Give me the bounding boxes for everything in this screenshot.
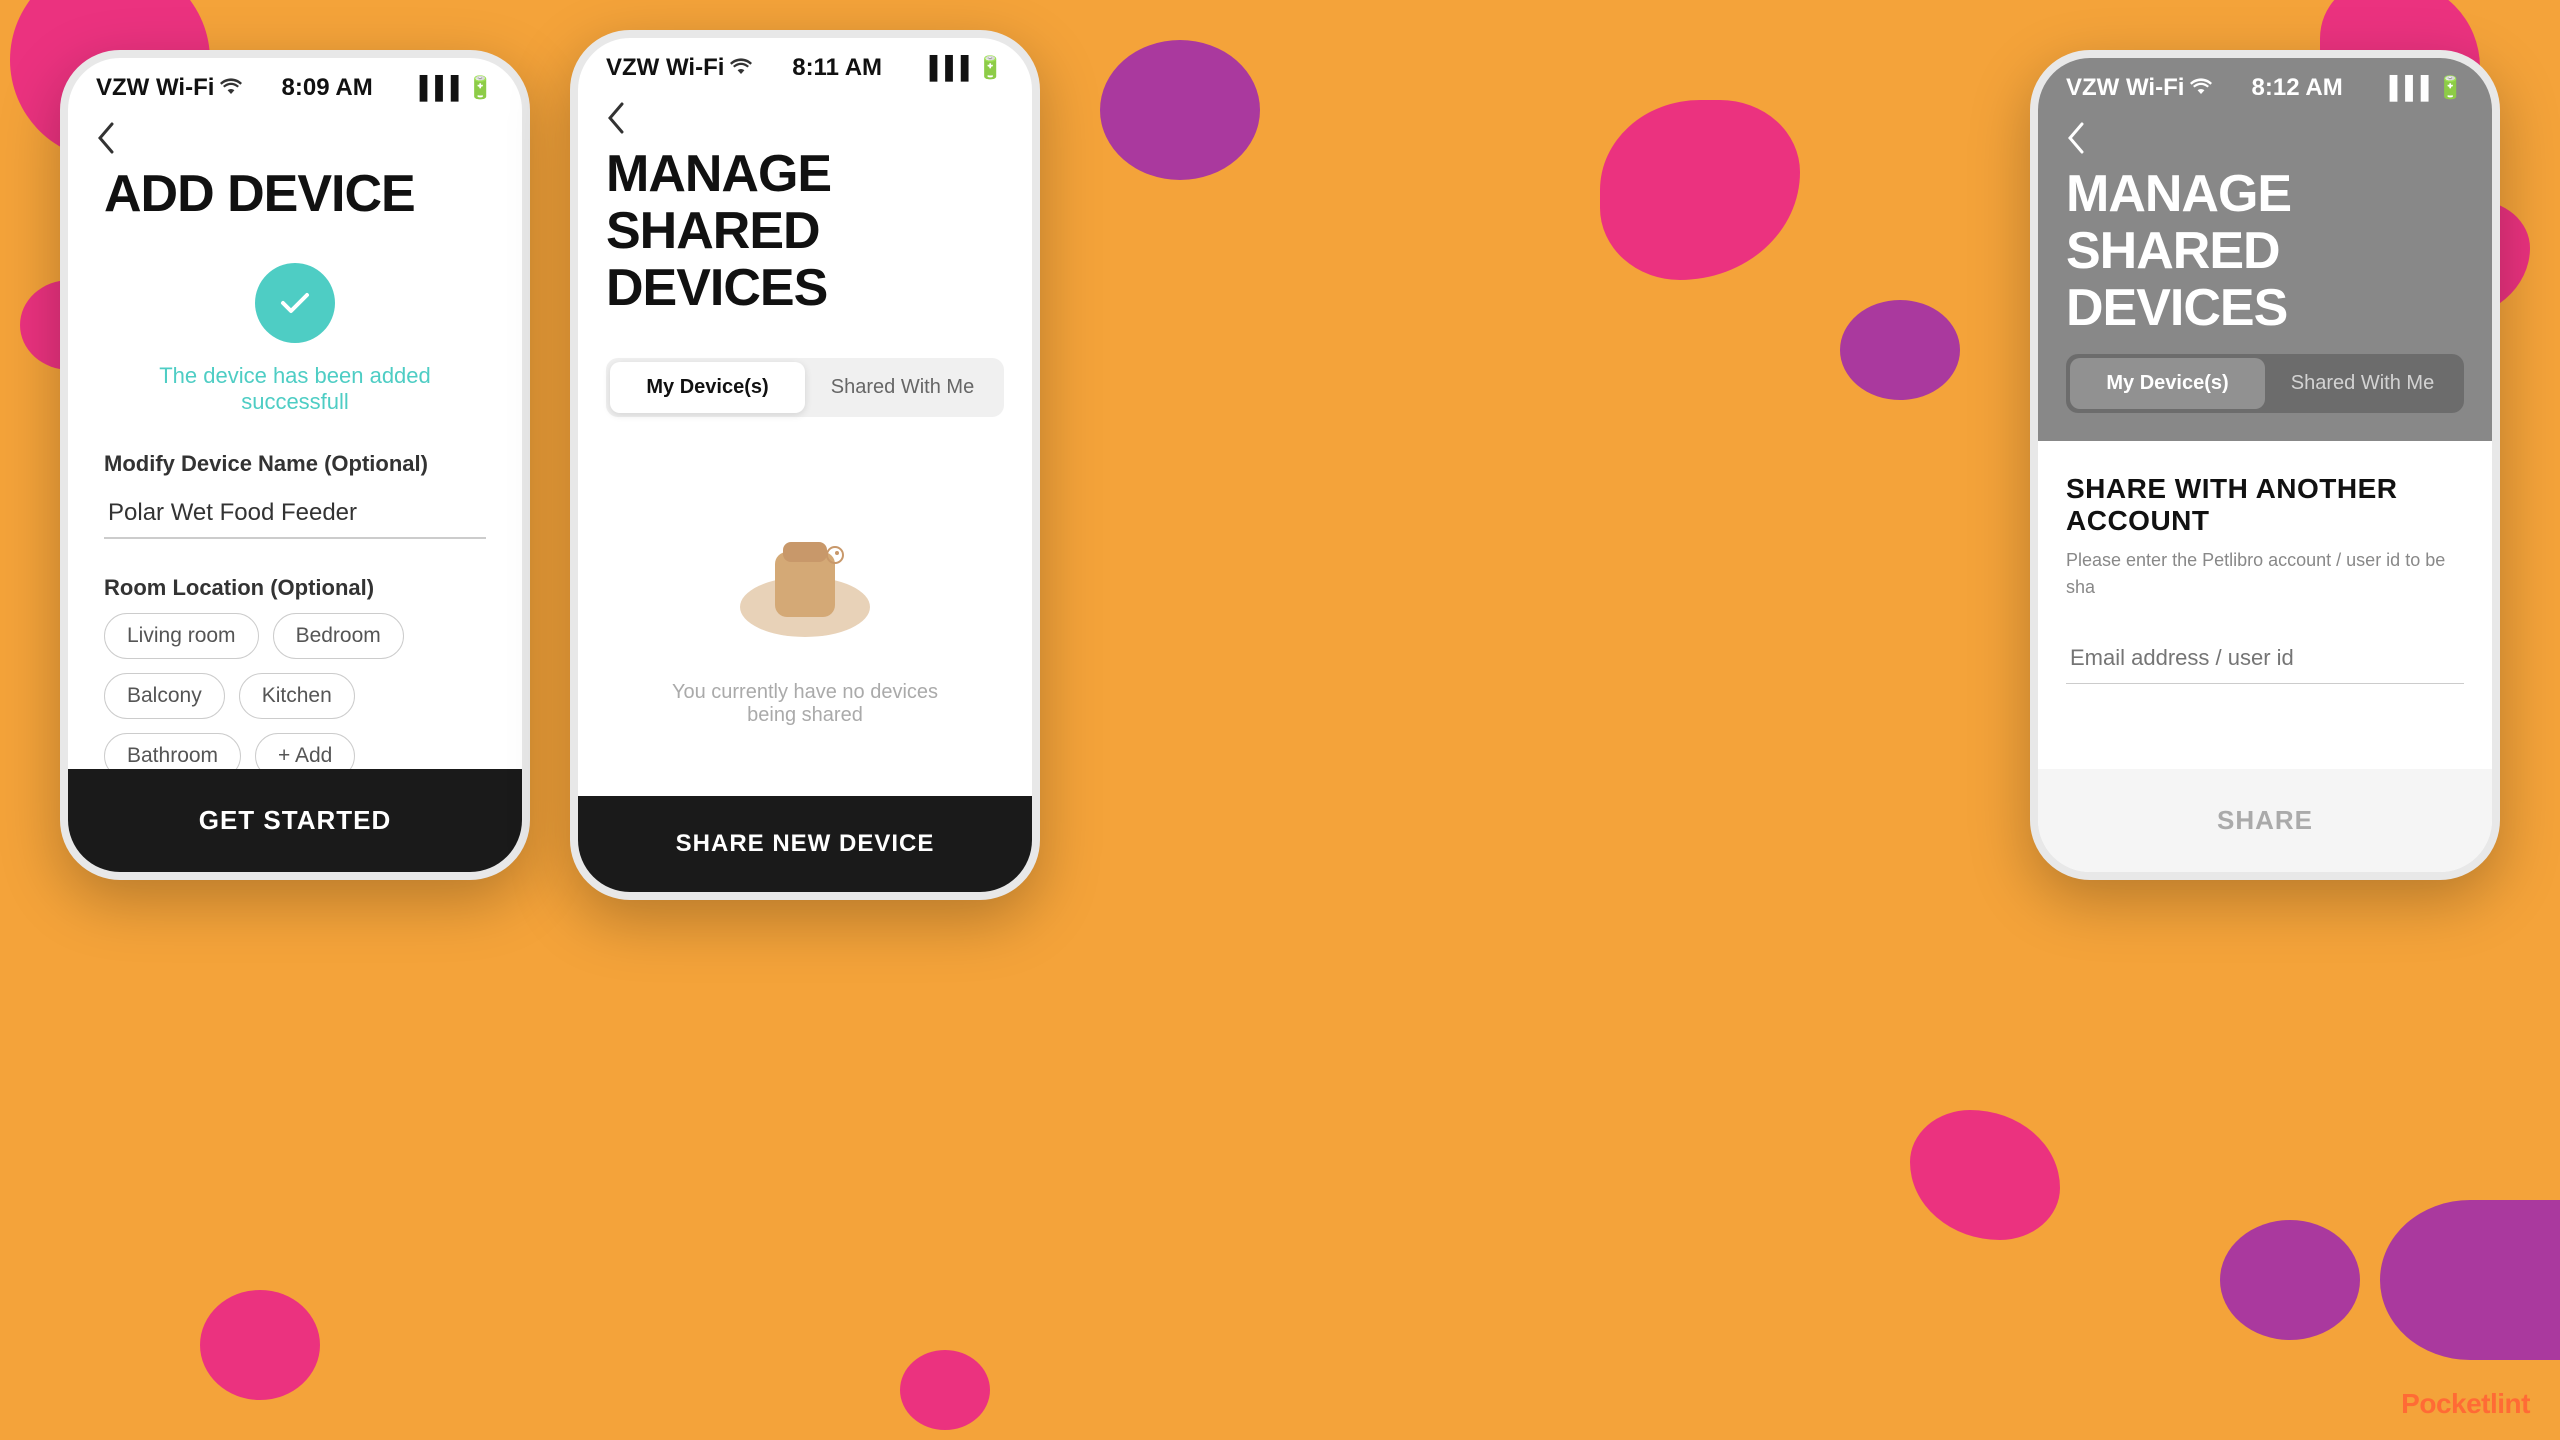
back-button-phone2[interactable]: [578, 90, 1032, 146]
decorative-blob: [2220, 1220, 2360, 1340]
success-message: The device has been added successfull: [104, 363, 486, 415]
tabs-container-3: My Device(s) Shared With Me: [2066, 354, 2464, 413]
page-title-manage-shared-3: MANAGE SHARED DEVICES: [2038, 166, 2492, 338]
tab-my-devices[interactable]: My Device(s): [610, 362, 805, 413]
status-bar-phone2: VZW Wi-Fi 8:11 AM ▐▐▐ 🔋: [578, 38, 1032, 90]
time-phone3: 8:12 AM: [2252, 74, 2343, 102]
get-started-button[interactable]: GET STARTED: [68, 769, 522, 872]
wifi-icon-3: [2190, 77, 2212, 100]
room-tag-bedroom[interactable]: Bedroom: [273, 613, 404, 659]
phone2-main-content: MANAGE SHARED DEVICES My Device(s) Share…: [578, 146, 1032, 787]
carrier-text-2: VZW Wi-Fi: [606, 54, 724, 82]
back-button-phone1[interactable]: [68, 110, 522, 166]
email-user-id-input[interactable]: [2066, 633, 2464, 684]
page-title-manage-shared: MANAGE SHARED DEVICES: [606, 146, 1004, 318]
battery-icon-3: 🔋: [2437, 75, 2464, 101]
tabs-container: My Device(s) Shared With Me: [606, 358, 1004, 417]
decorative-blob: [1600, 100, 1800, 280]
battery-icon: 🔋: [467, 75, 494, 101]
time-phone2: 8:11 AM: [792, 54, 882, 82]
status-icons-phone3: ▐▐▐ 🔋: [2382, 75, 2464, 101]
carrier-text-3: VZW Wi-Fi: [2066, 74, 2184, 102]
tab-my-devices-3[interactable]: My Device(s): [2070, 358, 2265, 409]
carrier-text: VZW Wi-Fi: [96, 74, 214, 102]
wifi-icon: [220, 77, 242, 100]
share-account-title: SHARE WITH ANOTHER ACCOUNT: [2066, 473, 2464, 537]
carrier-label-3: VZW Wi-Fi: [2066, 74, 2212, 102]
status-icons-phone1: ▐▐▐ 🔋: [412, 75, 494, 101]
phone-add-device: VZW Wi-Fi 8:09 AM ▐▐▐ 🔋 ADD DEVICE The d…: [60, 50, 530, 880]
time-phone1: 8:09 AM: [282, 74, 373, 102]
decorative-blob: [900, 1350, 990, 1430]
share-subtitle: Please enter the Petlibro account / user…: [2066, 547, 2464, 601]
device-name-input[interactable]: [104, 489, 486, 539]
phone-manage-shared: VZW Wi-Fi 8:11 AM ▐▐▐ 🔋 MANAGE SHARED DE…: [570, 30, 1040, 900]
status-bar-phone1: VZW Wi-Fi 8:09 AM ▐▐▐ 🔋: [68, 58, 522, 110]
wifi-icon-2: [730, 57, 752, 80]
phone-share-account: VZW Wi-Fi 8:12 AM ▐▐▐ 🔋 MANAGE SHARED DE…: [2030, 50, 2500, 880]
carrier-label: VZW Wi-Fi: [96, 74, 242, 102]
carrier-label-2: VZW Wi-Fi: [606, 54, 752, 82]
phone3-header: VZW Wi-Fi 8:12 AM ▐▐▐ 🔋 MANAGE SHARED DE…: [2038, 58, 2492, 441]
back-button-phone3[interactable]: [2038, 110, 2492, 166]
watermark-pocket: Pocket: [2401, 1388, 2490, 1419]
page-title-add-device: ADD DEVICE: [104, 166, 486, 223]
decorative-blob: [1910, 1110, 2060, 1240]
phone1-main-content: ADD DEVICE The device has been added suc…: [68, 166, 522, 779]
status-bar-phone3: VZW Wi-Fi 8:12 AM ▐▐▐ 🔋: [2038, 58, 2492, 110]
room-tag-balcony[interactable]: Balcony: [104, 673, 225, 719]
room-tags-container: Living room Bedroom Balcony Kitchen Bath…: [104, 613, 486, 779]
share-new-device-button[interactable]: SHARE NEW DEVICE: [578, 796, 1032, 892]
success-icon-circle: [255, 263, 335, 343]
device-illustration: [725, 497, 885, 657]
device-name-label: Modify Device Name (Optional): [104, 451, 486, 477]
empty-state-container: You currently have no devices being shar…: [606, 437, 1004, 787]
room-location-label: Room Location (Optional): [104, 575, 486, 601]
empty-state-text: You currently have no devices being shar…: [645, 681, 965, 727]
battery-icon-2: 🔋: [977, 55, 1004, 81]
phone3-body: SHARE WITH ANOTHER ACCOUNT Please enter …: [2038, 441, 2492, 740]
room-tag-kitchen[interactable]: Kitchen: [239, 673, 355, 719]
tab-shared-with-me[interactable]: Shared With Me: [805, 362, 1000, 413]
decorative-blob: [200, 1290, 320, 1400]
tab-shared-with-me-3[interactable]: Shared With Me: [2265, 358, 2460, 409]
decorative-blob: [2380, 1200, 2560, 1360]
signal-icon-3: ▐▐▐: [2382, 75, 2429, 101]
signal-icon-2: ▐▐▐: [922, 55, 969, 81]
pocketlint-watermark: Pocketlint: [2401, 1388, 2530, 1420]
share-button[interactable]: SHARE: [2038, 769, 2492, 872]
room-tag-living-room[interactable]: Living room: [104, 613, 259, 659]
decorative-blob: [1100, 40, 1260, 180]
signal-icon: ▐▐▐: [412, 75, 459, 101]
status-icons-phone2: ▐▐▐ 🔋: [922, 55, 1004, 81]
decorative-blob: [1840, 300, 1960, 400]
watermark-lint: lint: [2490, 1388, 2530, 1419]
